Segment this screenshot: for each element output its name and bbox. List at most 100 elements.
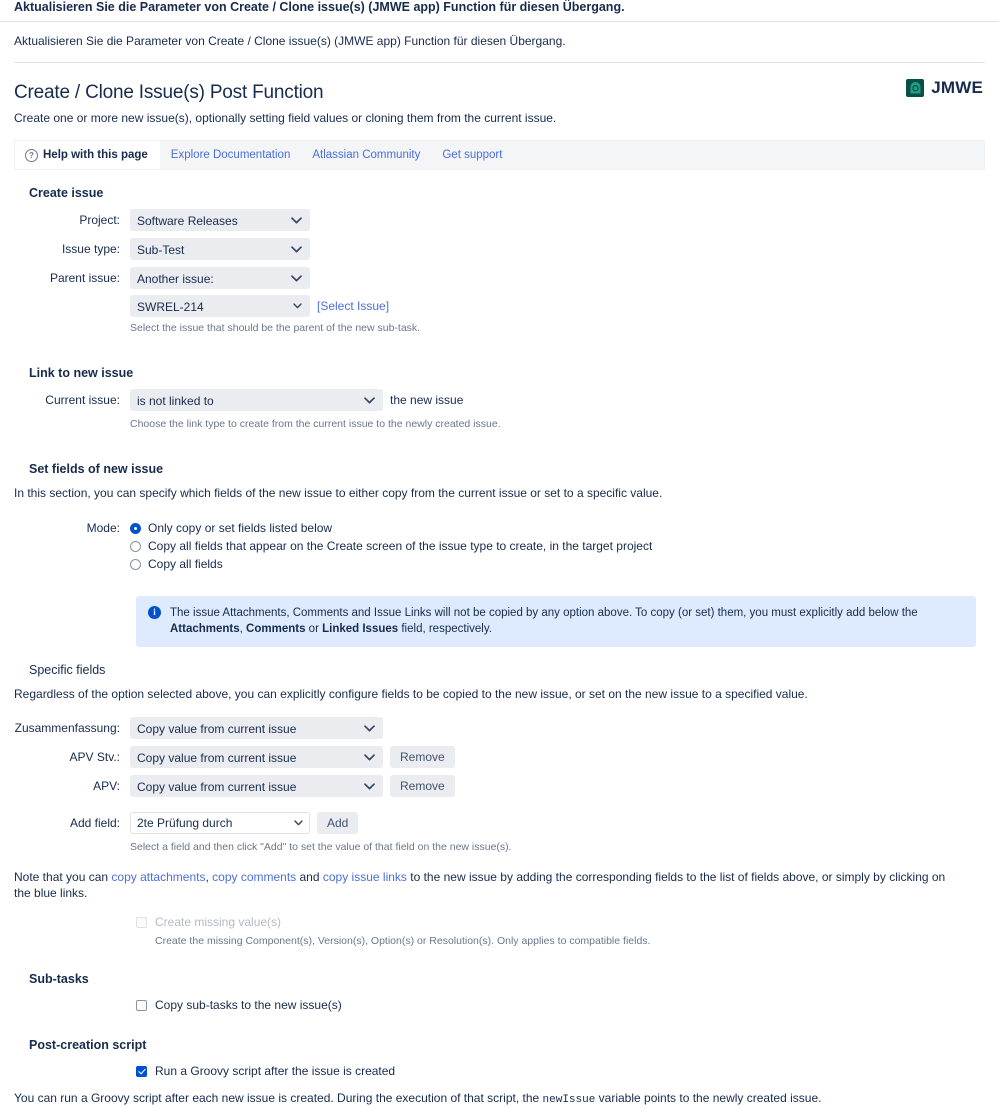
info-bold-comments: Comments: [246, 623, 306, 635]
add-field-select-value: 2te Prüfung durch: [130, 812, 310, 834]
create-missing-values-row[interactable]: Create missing value(s): [136, 913, 985, 931]
parent-issue-hint: Select the issue that should be the pare…: [130, 322, 421, 334]
create-missing-values-label: Create missing value(s): [155, 915, 282, 929]
add-field-button[interactable]: Add: [317, 812, 359, 834]
radio-icon[interactable]: [130, 558, 141, 570]
field-value-1: Copy value from current issue: [130, 746, 383, 768]
jmwe-logo-icon: [906, 79, 925, 97]
field-value-select-1[interactable]: Copy value from current issue: [130, 746, 383, 768]
row-parent-issue: Parent issue: Another issue: SWREL-214 […: [14, 267, 985, 335]
project-select[interactable]: Software Releases: [130, 209, 310, 231]
page-title: Create / Clone Issue(s) Post Function: [14, 82, 324, 103]
create-missing-values-group: Create missing value(s) Create the missi…: [136, 913, 985, 948]
info-text-part3: or: [305, 623, 323, 635]
label-field-2: APV:: [93, 779, 120, 793]
create-missing-values-checkbox: [136, 916, 147, 928]
radio-option-copy-all-fields[interactable]: Copy all fields: [130, 555, 223, 573]
section-create-issue-heading: Create issue: [29, 186, 104, 200]
label-add-field: Add field:: [69, 816, 120, 830]
note-mid2: and: [296, 870, 323, 884]
remove-field-button-1[interactable]: Remove: [390, 746, 455, 768]
copy-sub-tasks-label: Copy sub-tasks to the new issue(s): [155, 998, 342, 1012]
link-atlassian-community[interactable]: Atlassian Community: [301, 141, 431, 169]
field-value-select-0[interactable]: Copy value from current issue: [130, 717, 383, 739]
dialog-header: Aktualisieren Sie die Parameter von Crea…: [0, 0, 999, 63]
radio-label: Copy all fields: [148, 557, 223, 571]
radio-option-only-copy-listed[interactable]: Only copy or set fields listed below: [130, 519, 332, 537]
post-function-form: Create issue Project: Software Releases …: [0, 186, 999, 1108]
specific-fields-description: Regardless of the option selected above,…: [14, 687, 808, 701]
create-missing-values-hint: Create the missing Component(s), Version…: [155, 935, 651, 947]
run-groovy-script-row[interactable]: Run a Groovy script after the issue is c…: [136, 1062, 985, 1080]
post-creation-description: You can run a Groovy script after each n…: [14, 1090, 985, 1108]
info-panel-attachments: i The issue Attachments, Comments and Is…: [136, 596, 976, 647]
help-bar: ? Help with this page Explore Documentat…: [14, 140, 985, 170]
copy-sub-tasks-row[interactable]: Copy sub-tasks to the new issue(s): [136, 996, 985, 1014]
info-text-part4: field, respectively.: [398, 623, 492, 635]
row-project: Project: Software Releases: [14, 209, 985, 231]
field-value-0: Copy value from current issue: [130, 717, 383, 739]
link-type-hint: Choose the link type to create from the …: [130, 418, 501, 430]
run-groovy-script-label: Run a Groovy script after the issue is c…: [155, 1064, 396, 1078]
field-value-2: Copy value from current issue: [130, 775, 383, 797]
label-mode: Mode:: [86, 521, 120, 535]
radio-icon-selected[interactable]: [130, 522, 141, 534]
add-field-hint: Select a field and then click "Add" to s…: [130, 841, 512, 853]
info-bold-linked-issues: Linked Issues: [322, 623, 399, 635]
label-field-0: Zusammenfassung:: [14, 721, 120, 735]
radio-label: Copy all fields that appear on the Creat…: [148, 539, 653, 553]
select-issue-link[interactable]: [Select Issue]: [317, 299, 389, 313]
post-desc-variable: newIssue: [542, 1094, 596, 1106]
jmwe-brand: JMWE: [906, 78, 983, 98]
parent-issue-select[interactable]: Another issue:: [130, 267, 310, 289]
info-text-part1: The issue Attachments, Comments and Issu…: [170, 607, 918, 619]
link-copy-attachments[interactable]: copy attachments: [111, 870, 205, 884]
label-project: Project:: [79, 213, 120, 227]
field-value-select-2[interactable]: Copy value from current issue: [130, 775, 383, 797]
link-copy-comments[interactable]: copy comments: [212, 870, 296, 884]
run-groovy-script-checkbox[interactable]: [136, 1065, 147, 1077]
row-field-zusammenfassung: Zusammenfassung: Copy value from current…: [14, 717, 985, 739]
parent-issue-key-value: SWREL-214: [130, 295, 310, 317]
radio-label: Only copy or set fields listed below: [148, 521, 333, 535]
add-field-select[interactable]: 2te Prüfung durch: [130, 812, 310, 834]
radio-icon[interactable]: [130, 540, 141, 552]
post-desc-pre: You can run a Groovy script after each n…: [14, 1091, 543, 1105]
parent-issue-select-value: Another issue:: [130, 267, 310, 289]
copy-sub-tasks-checkbox[interactable]: [136, 999, 147, 1011]
project-select-value: Software Releases: [130, 209, 310, 231]
section-post-creation-heading: Post-creation script: [29, 1038, 147, 1052]
copy-links-note: Note that you can copy attachments, copy…: [14, 869, 949, 901]
issue-type-select[interactable]: Sub-Test: [130, 238, 310, 260]
info-icon: i: [148, 606, 161, 619]
jmwe-brand-name: JMWE: [931, 78, 983, 97]
issue-type-select-value: Sub-Test: [130, 238, 310, 260]
row-issue-type: Issue type: Sub-Test: [14, 238, 985, 260]
dialog-subtitle: Aktualisieren Sie die Parameter von Crea…: [14, 34, 566, 48]
row-add-field: Add field: 2te Prüfung durch Add Select …: [14, 812, 985, 854]
info-panel-text: The issue Attachments, Comments and Issu…: [170, 605, 964, 637]
link-copy-issue-links[interactable]: copy issue links: [323, 870, 407, 884]
help-with-this-page-tab[interactable]: ? Help with this page: [15, 141, 160, 169]
page-header: Create / Clone Issue(s) Post Function Cr…: [0, 63, 999, 126]
parent-issue-key-select[interactable]: SWREL-214: [130, 295, 310, 317]
link-explore-documentation[interactable]: Explore Documentation: [160, 141, 302, 169]
label-current-issue: Current issue:: [45, 393, 120, 407]
link-type-select[interactable]: is not linked to: [130, 389, 383, 411]
link-get-support[interactable]: Get support: [431, 141, 513, 169]
note-pre: Note that you can: [14, 870, 112, 884]
label-field-1: APV Stv.:: [69, 750, 120, 764]
remove-field-button-2[interactable]: Remove: [390, 775, 455, 797]
info-bold-attachments: Attachments: [170, 623, 240, 635]
section-set-fields-heading: Set fields of new issue: [29, 462, 164, 476]
section-sub-tasks-heading: Sub-tasks: [29, 972, 89, 986]
radio-option-copy-create-screen[interactable]: Copy all fields that appear on the Creat…: [130, 537, 652, 555]
help-tab-label: Help with this page: [43, 149, 148, 161]
link-after-text: the new issue: [390, 393, 464, 407]
row-mode: Mode: Only copy or set fields listed bel…: [14, 519, 985, 573]
section-specific-fields-heading: Specific fields: [29, 663, 106, 677]
set-fields-description: In this section, you can specify which f…: [14, 486, 663, 500]
section-link-new-issue-heading: Link to new issue: [29, 366, 134, 380]
question-mark-icon: ?: [25, 148, 38, 162]
row-field-apv-stv: APV Stv.: Copy value from current issue …: [14, 746, 985, 768]
